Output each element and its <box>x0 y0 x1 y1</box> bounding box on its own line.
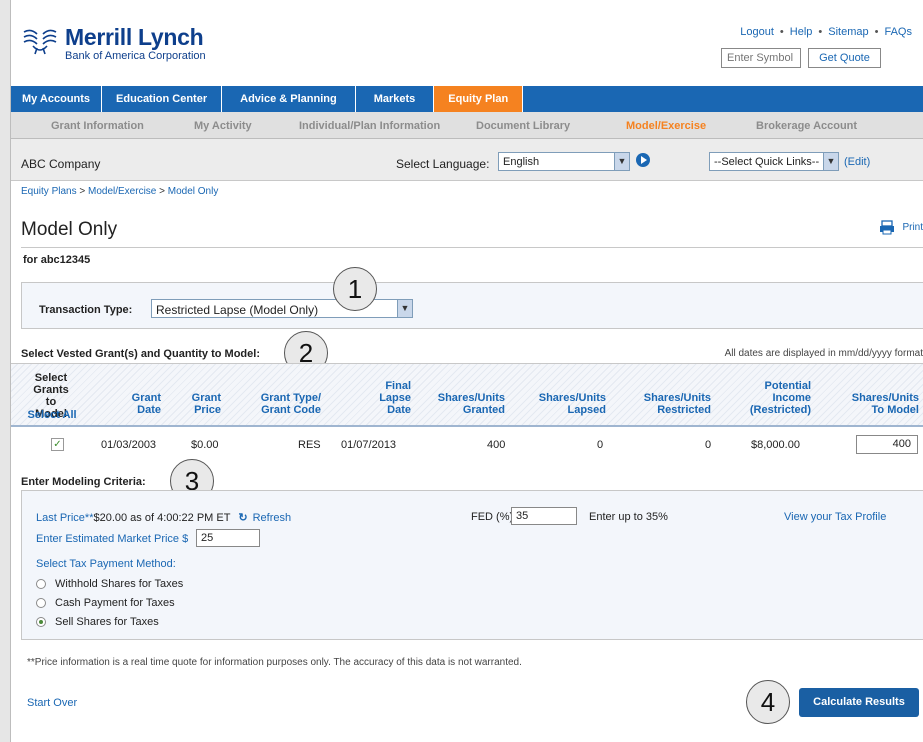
fed-label: FED (%) <box>471 511 514 523</box>
criteria-heading: Enter Modeling Criteria: <box>21 476 146 488</box>
help-link[interactable]: Help <box>790 26 813 38</box>
cell-grant-type: RES <box>298 439 321 451</box>
cell-income: $8,000.00 <box>751 439 800 451</box>
col-shares-to-model: Shares/Units To Model <box>851 392 919 416</box>
quick-links-value: --Select Quick Links-- <box>714 156 820 168</box>
transaction-type-value: Restricted Lapse (Model Only) <box>156 303 319 317</box>
go-arrow-icon[interactable] <box>636 153 650 167</box>
col-grant-type: Grant Type/Grant Code <box>260 392 321 416</box>
cell-final-lapse: 01/07/2013 <box>341 439 397 451</box>
callout-4: 4 <box>746 680 790 724</box>
transaction-type-select[interactable]: Restricted Lapse (Model Only) ▼ <box>151 299 413 318</box>
nav-education-center[interactable]: Education Center <box>102 86 223 112</box>
cell-granted: 400 <box>487 439 506 451</box>
breadcrumb-model-exercise[interactable]: Model/Exercise <box>88 186 156 197</box>
col-potential-income: Potential Income (Restricted) <box>749 380 811 416</box>
fed-note: Enter up to 35% <box>589 511 668 523</box>
page-title: Model Only <box>21 219 118 240</box>
nav-equity-plan[interactable]: Equity Plan <box>434 86 524 112</box>
quick-links-select[interactable]: --Select Quick Links-- ▼ <box>709 152 839 171</box>
last-price-value: $20.00 as of 4:00:22 PM ET <box>93 512 231 524</box>
account-id: for abc12345 <box>23 254 91 266</box>
grants-heading: Select Vested Grant(s) and Quantity to M… <box>21 348 260 360</box>
language-label: Select Language: <box>396 157 490 171</box>
subnav-document-library[interactable]: Document Library <box>476 120 570 132</box>
callout-1: 1 <box>333 267 377 311</box>
cell-grant-price: $0.00 <box>191 439 219 451</box>
subnav-individual-plan-info[interactable]: Individual/Plan Information <box>299 120 440 132</box>
cell-lapsed: 0 <box>597 439 604 451</box>
sitemap-link[interactable]: Sitemap <box>828 26 868 38</box>
nav-my-accounts[interactable]: My Accounts <box>11 86 103 112</box>
subnav-brokerage-account[interactable]: Brokerage Account <box>756 120 857 132</box>
utility-links: Logout • Help • Sitemap • FAQs <box>740 26 912 38</box>
col-shares-lapsed: Shares/Units Lapsed <box>538 392 606 416</box>
calculate-results-button[interactable]: Calculate Results <box>799 688 919 717</box>
start-over-link[interactable]: Start Over <box>27 697 77 709</box>
col-grant-date: Grant Date <box>131 392 161 416</box>
shares-to-model-input[interactable]: 400 <box>856 435 918 454</box>
market-price-label: Enter Estimated Market Price $ <box>36 533 189 545</box>
cell-grant-date: 01/03/2003 <box>101 439 157 451</box>
edit-quick-links-link[interactable]: (Edit) <box>844 156 870 168</box>
logout-link[interactable]: Logout <box>740 26 774 38</box>
brand-logo[interactable]: Merrill Lynch Bank of America Corporatio… <box>21 26 206 62</box>
company-name: ABC Company <box>21 157 101 171</box>
breadcrumb-model-only[interactable]: Model Only <box>168 186 219 197</box>
chevron-down-icon: ▼ <box>397 300 412 317</box>
print-label: Print <box>902 222 923 233</box>
fed-percent-input[interactable]: 35 <box>511 507 577 525</box>
printer-icon <box>880 220 895 235</box>
market-price-input[interactable]: 25 <box>196 529 260 547</box>
refresh-link[interactable]: Refresh <box>253 512 292 524</box>
sub-nav: Grant Information My Activity Individual… <box>11 112 923 139</box>
language-select[interactable]: English ▼ <box>498 152 630 171</box>
transaction-type-label: Transaction Type: <box>39 304 133 316</box>
col-shares-granted: Shares/Units Granted <box>437 392 505 416</box>
cell-restricted: 0 <box>705 439 712 451</box>
nav-markets[interactable]: Markets <box>356 86 435 112</box>
price-disclaimer: **Price information is a real time quote… <box>27 657 522 668</box>
radio-icon <box>36 579 46 589</box>
date-format-note: All dates are displayed in mm/dd/yyyy fo… <box>724 348 923 359</box>
radio-selected-icon <box>36 617 46 627</box>
grants-table-header: Select Grants to Model Select All Grant Dat… <box>11 363 923 427</box>
chevron-down-icon: ▼ <box>614 153 629 170</box>
nav-advice-planning[interactable]: Advice & Planning <box>222 86 356 112</box>
brand-subtitle: Bank of America Corporation <box>65 50 206 62</box>
tax-option-sell[interactable]: Sell Shares for Taxes <box>36 616 159 628</box>
refresh-icon[interactable]: ↻ <box>238 512 247 524</box>
tax-profile-link[interactable]: View your Tax Profile <box>784 511 886 523</box>
radio-icon <box>36 598 46 608</box>
breadcrumb: Equity Plans > Model/Exercise > Model On… <box>21 186 219 197</box>
tax-option-cash[interactable]: Cash Payment for Taxes <box>36 597 175 609</box>
col-grant-price: Grant Price <box>191 392 221 416</box>
breadcrumb-equity-plans[interactable]: Equity Plans <box>21 186 77 197</box>
col-shares-restricted: Shares/Units Restricted <box>643 392 711 416</box>
select-all-link[interactable]: Select All <box>27 409 77 421</box>
chevron-down-icon: ▼ <box>823 153 838 170</box>
subnav-my-activity[interactable]: My Activity <box>194 120 252 132</box>
main-nav: My Accounts Education Center Advice & Pl… <box>11 86 923 112</box>
col-final-lapse: Final Lapse Date <box>379 380 411 416</box>
brand-name: Merrill Lynch <box>65 24 204 50</box>
subnav-model-exercise[interactable]: Model/Exercise <box>626 120 706 132</box>
get-quote-button[interactable]: Get Quote <box>808 48 881 68</box>
divider <box>21 247 923 248</box>
tax-option-withhold[interactable]: Withhold Shares for Taxes <box>36 578 183 590</box>
print-link[interactable]: Print <box>879 220 923 235</box>
bull-logo-icon <box>23 29 57 55</box>
grant-select-checkbox[interactable]: ✓ <box>51 438 64 451</box>
symbol-input[interactable] <box>721 48 801 68</box>
tax-method-label: Select Tax Payment Method: <box>36 558 176 570</box>
last-price-label[interactable]: Last Price** <box>36 512 93 524</box>
language-value: English <box>503 156 540 168</box>
page-frame: Merrill Lynch Bank of America Corporatio… <box>10 0 923 742</box>
table-row: ✓ 01/03/2003 $0.00 RES 01/07/2013 400 0 … <box>11 428 923 462</box>
faqs-link[interactable]: FAQs <box>884 26 912 38</box>
last-price-row: Last Price**$20.00 as of 4:00:22 PM ET ↻… <box>36 511 291 524</box>
subnav-grant-information[interactable]: Grant Information <box>51 120 144 132</box>
